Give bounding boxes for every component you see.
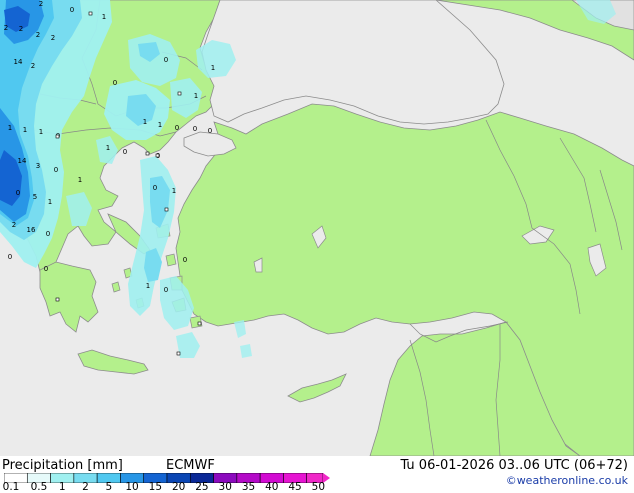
scale-tick-label: 15	[148, 481, 163, 493]
map-label: 2	[12, 221, 16, 229]
map-label: 16	[27, 226, 36, 234]
map-label: 1	[172, 187, 176, 195]
valid-time: Tu 06-01-2026 03..06 UTC (06+72)	[400, 458, 628, 473]
map-label: 0	[70, 6, 74, 14]
scale-tick-label: 50	[311, 481, 326, 493]
map-label: 1	[158, 121, 162, 129]
map-label: 1	[102, 13, 106, 21]
map-label: 0	[113, 79, 117, 87]
map-footer: Precipitation [mm] ECMWF Tu 06-01-2026 0…	[0, 456, 634, 493]
map-label: 0	[164, 56, 168, 64]
map-label: 0	[208, 127, 212, 135]
map-label: 0	[16, 189, 20, 197]
color-scale	[4, 473, 330, 483]
scale-tick-label: 40	[265, 481, 279, 493]
map-label: 1	[23, 126, 27, 134]
map-label: 14	[14, 58, 23, 66]
scale-tick-label: 2	[82, 481, 89, 493]
map-label: 0	[54, 166, 58, 174]
map-label: 1	[143, 118, 147, 126]
scale-tick-label: 35	[241, 481, 256, 493]
scale-tick-label: 20	[171, 481, 186, 493]
precipitation-map: 2 0 1 2 2 2 14 2 0 0 1 1 1 1 0 1 14 3 0 …	[0, 0, 634, 456]
map-label: 0	[123, 148, 127, 156]
map-label: 0	[8, 253, 12, 261]
scale-tick-label: 30	[218, 481, 232, 493]
map-label: 0	[44, 265, 48, 273]
map-label: 3	[36, 162, 40, 170]
map-label: 1	[48, 198, 52, 206]
scale-tick-label: 0.5	[30, 481, 48, 493]
map-label: 1	[211, 64, 215, 72]
map-label: 2	[39, 0, 43, 8]
map-label: 2	[51, 34, 55, 42]
map-label: 1	[194, 92, 198, 100]
map-label: 0	[153, 184, 157, 192]
map-label: 0	[46, 230, 50, 238]
scale-tick-label: 5	[105, 481, 113, 493]
model-name: ECMWF	[166, 458, 215, 473]
map-label: 0	[193, 125, 197, 133]
scale-tick-label: 25	[195, 481, 209, 493]
map-label: 2	[4, 24, 8, 32]
map-label: 2	[36, 31, 40, 39]
map-label: 1	[146, 282, 150, 290]
map-label: 0	[164, 286, 168, 294]
map-label: 5	[33, 193, 37, 201]
scale-tick-label: 45	[288, 481, 302, 493]
map-label: 1	[106, 144, 110, 152]
map-label: 14	[18, 157, 27, 165]
map-title: Precipitation [mm]	[2, 458, 123, 473]
scale-tick-label: 1	[58, 481, 66, 493]
map-label: 2	[31, 62, 35, 70]
scale-tick-label: 10	[125, 481, 139, 493]
map-label: 0	[183, 256, 187, 264]
map-label: 0	[175, 124, 179, 132]
map-label: 2	[19, 25, 23, 33]
map-label: 1	[39, 128, 43, 136]
credit-link[interactable]: ©weatheronline.co.uk	[506, 474, 628, 487]
scale-tick-label: 0.1	[2, 481, 20, 493]
map-label: 1	[78, 176, 82, 184]
map-label: 1	[8, 124, 12, 132]
